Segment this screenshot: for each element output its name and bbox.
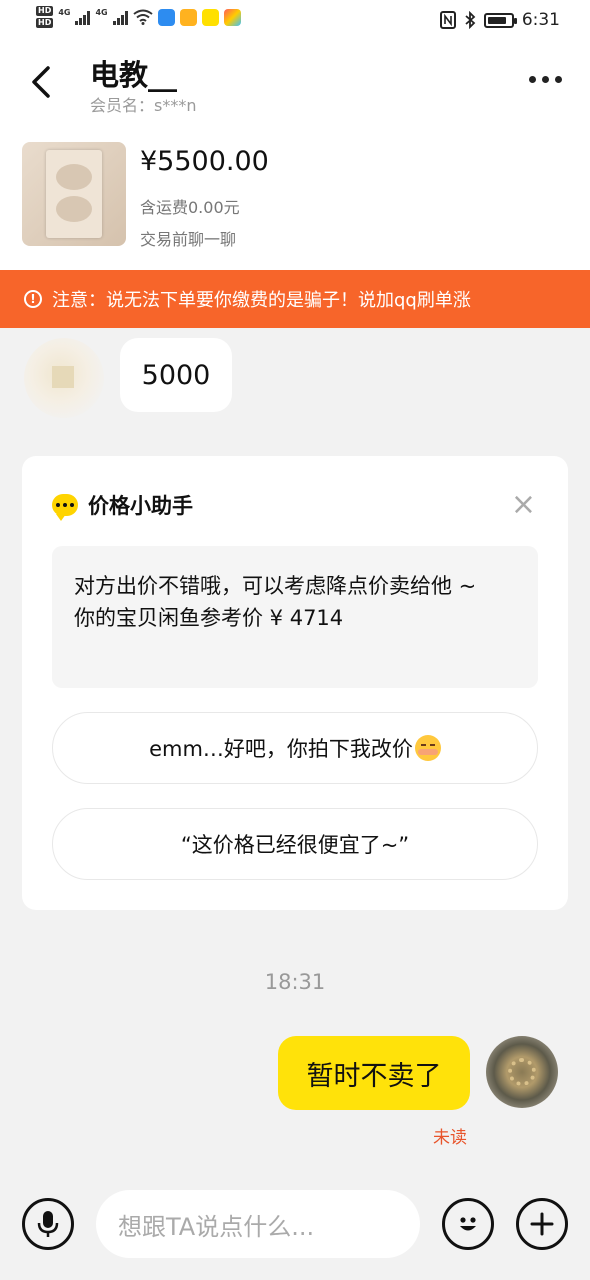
hd-icon: HD <box>36 18 54 28</box>
status-time: 6:31 <box>521 10 560 30</box>
quick-reply-text: “这价格已经很便宜了~” <box>180 833 410 857</box>
product-price: ¥5500.00 <box>140 146 269 177</box>
signal-icon <box>75 9 91 25</box>
warning-icon: ! <box>24 290 42 308</box>
quick-reply-text: emm…好吧，你拍下我改价 <box>149 737 413 761</box>
read-status: 未读 <box>433 1128 467 1148</box>
network-type: 4G <box>95 8 108 17</box>
quick-reply-option[interactable]: emm…好吧，你拍下我改价 <box>52 712 538 784</box>
input-bar: 想跟TA说点什么... <box>0 1176 590 1280</box>
wifi-icon <box>133 9 153 25</box>
hd-icon: HD <box>36 6 54 16</box>
shopping-app-icon <box>179 8 197 26</box>
back-arrow-icon[interactable] <box>26 62 58 102</box>
message-bubble-incoming[interactable]: 5000 <box>120 338 232 412</box>
chat-header: 电教__ 会员名：s***n <box>0 40 590 130</box>
status-right: 6:31 <box>439 10 560 30</box>
assistant-title: 价格小助手 <box>88 494 193 518</box>
avatar[interactable] <box>24 338 104 418</box>
warning-banner: ! 注意：说无法下单要你缴费的是骗子！说加qq刷单涨 <box>0 270 590 328</box>
shipping-fee: 含运费0.00元 <box>140 198 240 217</box>
hd-indicators: HD HD <box>36 6 54 28</box>
chat-hint: 交易前聊一聊 <box>140 230 237 249</box>
input-placeholder: 想跟TA说点什么... <box>118 1212 315 1241</box>
warning-text: 注意：说无法下单要你缴费的是骗子！说加qq刷单涨 <box>52 290 471 311</box>
more-icon[interactable] <box>529 76 562 83</box>
assistant-suggestion: 对方出价不错哦，可以考虑降点价卖给他 ~ 你的宝贝闲鱼参考价 ¥ 4714 <box>52 546 538 688</box>
colorful-app-icon <box>223 8 241 26</box>
product-image[interactable] <box>22 142 126 246</box>
status-left: HD HD 4G 4G <box>36 6 241 28</box>
battery-icon <box>483 12 517 28</box>
network-type: 4G <box>58 8 71 17</box>
bluetooth-icon <box>465 11 476 29</box>
signal-icon <box>112 9 128 25</box>
price-assistant-card: 价格小助手 × 对方出价不错哦，可以考虑降点价卖给他 ~ 你的宝贝闲鱼参考价 ¥… <box>22 456 568 910</box>
microphone-icon[interactable] <box>22 1198 74 1250</box>
chat-title: 电教__ <box>90 58 178 92</box>
close-icon[interactable]: × <box>511 490 536 520</box>
quick-reply-option[interactable]: “这价格已经很便宜了~” <box>52 808 538 880</box>
avatar[interactable] <box>486 1036 558 1108</box>
assistant-header: 价格小助手 <box>52 490 193 521</box>
member-name: 会员名：s***n <box>90 96 197 115</box>
message-input[interactable]: 想跟TA说点什么... <box>96 1190 420 1258</box>
plus-icon[interactable] <box>516 1198 568 1250</box>
product-card[interactable]: ¥5500.00 含运费0.00元 交易前聊一聊 <box>0 130 590 270</box>
message-bubble-outgoing[interactable]: 暂时不卖了 <box>278 1036 470 1110</box>
cloud-app-icon <box>157 8 175 26</box>
chat-bubble-icon <box>52 494 78 521</box>
smile-icon[interactable] <box>442 1198 494 1250</box>
reference-price: 你的宝贝闲鱼参考价 ¥ 4714 <box>74 606 344 630</box>
grimace-emoji-icon <box>414 735 441 761</box>
suggestion-text: 对方出价不错哦，可以考虑降点价卖给他 ~ <box>74 574 477 598</box>
message-timestamp: 18:31 <box>264 970 326 994</box>
yellow-app-icon <box>201 8 219 26</box>
status-bar: HD HD 4G 4G 6:31 <box>0 0 590 40</box>
nfc-icon <box>439 11 456 29</box>
